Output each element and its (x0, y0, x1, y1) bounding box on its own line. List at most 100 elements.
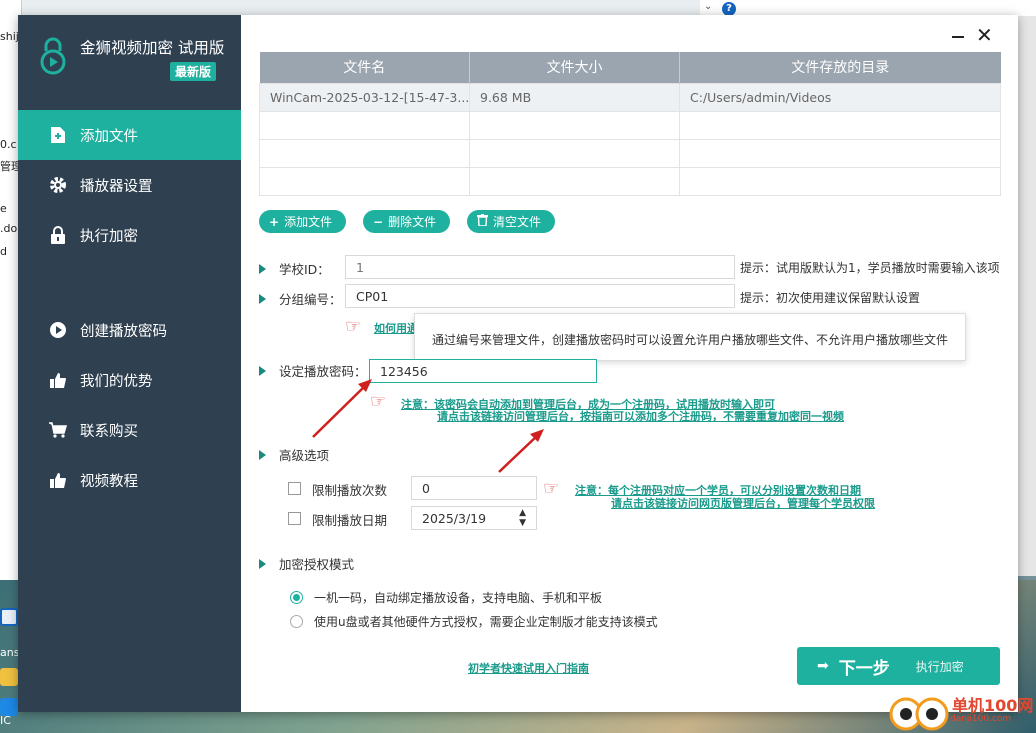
next-step-button[interactable]: ➡ 下一步 执行加密 (797, 647, 1000, 685)
clear-files-label: 清空文件 (493, 215, 542, 229)
spinner-icon[interactable]: ▲ ▼ (519, 508, 526, 528)
minus-icon: − (373, 214, 384, 229)
table-row[interactable] (259, 110, 1001, 140)
table-cell (469, 166, 680, 196)
auth-mode-radio-1[interactable] (290, 591, 303, 604)
triangle-icon (259, 293, 266, 304)
background-text: .do (0, 222, 18, 235)
close-button[interactable]: ✕ (976, 25, 993, 45)
arrow-right-icon: ➡ (817, 658, 829, 674)
background-text: 0.c (0, 138, 17, 151)
admin-backend-link[interactable]: 请点击该链接访问管理后台，按指南可以添加多个注册码，不需要重复加密同一视频 (437, 408, 844, 424)
sidebar-item-label: 播放器设置 (80, 178, 153, 195)
cell-filename: WinCam-2025-03-12-[15-47-3... (259, 82, 470, 112)
desktop-icon-label: IC (0, 714, 11, 727)
background-text: d (0, 245, 7, 258)
app-window: 金狮视频加密 试用版 最新版 添加文件 播放器设置 执行加密 创建播放密码 我们… (18, 15, 1018, 712)
sidebar-item-encrypt[interactable]: 执行加密 (18, 210, 241, 260)
sidebar-item-create-password[interactable]: 创建播放密码 (18, 305, 241, 355)
clear-files-button[interactable]: 清空文件 (467, 210, 556, 233)
pointing-hand-icon: ☞ (543, 478, 560, 499)
thumbs-up-icon (48, 370, 68, 390)
background-text: e (0, 202, 7, 215)
sidebar-item-video-tutorial[interactable]: 视频教程 (18, 455, 241, 505)
desktop-icon-label: ans (0, 646, 20, 659)
background-scrollbar (1018, 16, 1036, 576)
column-header-filesize[interactable]: 文件大小 (469, 52, 680, 83)
limit-date-label: 限制播放日期 (312, 513, 388, 528)
table-header-row: 文件名 文件大小 文件存放的目录 (259, 52, 1001, 83)
sidebar-item-label: 视频教程 (80, 473, 138, 490)
advanced-options-text: 高级选项 (279, 448, 330, 463)
background-text: shij (0, 30, 19, 43)
limit-date-checkbox[interactable] (288, 512, 301, 525)
group-no-label: 分组编号： (259, 289, 342, 308)
table-row[interactable] (259, 138, 1001, 168)
table-cell (259, 138, 470, 168)
cell-filesize: 9.68 MB (469, 82, 680, 112)
sidebar-item-label: 添加文件 (80, 128, 138, 145)
add-file-label: 添加文件 (284, 215, 333, 229)
triangle-icon (259, 449, 266, 460)
red-arrow-icon (312, 379, 372, 438)
watermark-subtext: danji100.com (950, 714, 1012, 724)
sidebar-item-add-file[interactable]: 添加文件 (18, 110, 241, 160)
table-cell (469, 110, 680, 140)
plus-icon: + (269, 214, 280, 229)
delete-file-button[interactable]: − 删除文件 (363, 210, 451, 233)
auth-mode-radio-2[interactable] (290, 615, 303, 628)
limit-date-value: 2025/3/19 (422, 511, 487, 526)
group-no-input[interactable] (345, 284, 735, 308)
next-step-label: 下一步 (838, 658, 890, 679)
app-title: 金狮视频加密 试用版 (80, 39, 225, 57)
background-topbar (700, 0, 1036, 16)
desktop-app-icon[interactable] (0, 608, 18, 626)
minimize-button[interactable] (952, 36, 964, 38)
table-cell (259, 110, 470, 140)
trash-icon (477, 214, 488, 229)
app-logo-icon (40, 37, 66, 75)
cell-directory: C:/Users/admin/Videos (679, 82, 1001, 112)
delete-file-label: 删除文件 (388, 215, 437, 229)
site-watermark: 单机100网 danji100.com (886, 692, 1036, 733)
chevron-down-icon[interactable]: ⌄ (704, 1, 712, 12)
sidebar-item-label: 我们的优势 (80, 373, 153, 390)
table-row[interactable]: WinCam-2025-03-12-[15-47-3... 9.68 MB C:… (259, 82, 1001, 112)
triangle-icon (259, 558, 266, 569)
red-arrow-icon (498, 429, 544, 473)
limit-count-checkbox[interactable] (288, 482, 301, 495)
auth-mode-option-2: 使用u盘或者其他硬件方式授权，需要企业定制版才能支持该模式 (314, 615, 658, 629)
password-input[interactable] (369, 359, 597, 383)
group-no-hint: 提示：初次使用建议保留默认设置 (740, 291, 921, 305)
table-cell (259, 166, 470, 196)
watermark-text: 单机100网 (952, 696, 1034, 715)
limit-count-label: 限制播放次数 (312, 483, 388, 498)
column-header-directory[interactable]: 文件存放的目录 (679, 52, 1001, 83)
web-backend-link[interactable]: 请点击该链接访问网页版管理后台，管理每个学员权限 (611, 495, 875, 511)
limit-date-picker[interactable]: 2025/3/19 ▲ ▼ (411, 506, 537, 530)
school-id-label-text: 学校ID： (279, 262, 330, 277)
table-cell (469, 138, 680, 168)
help-icon[interactable]: ? (722, 2, 736, 16)
next-step-sublabel: 执行加密 (915, 659, 964, 674)
school-id-input[interactable] (345, 255, 735, 279)
sidebar-item-player-settings[interactable]: 播放器设置 (18, 160, 241, 210)
limit-count-input[interactable] (411, 476, 537, 500)
file-table: 文件名 文件大小 文件存放的目录 WinCam-2025-03-12-[15-4… (259, 52, 1001, 196)
school-id-label: 学校ID： (259, 259, 330, 278)
sidebar-item-purchase[interactable]: 联系购买 (18, 405, 241, 455)
auth-mode-text: 加密授权模式 (279, 557, 355, 572)
group-tooltip: 通过编号来管理文件，创建播放密码时可以设置允许用户播放哪些文件、不允许用户播放哪… (414, 313, 966, 361)
sidebar-item-advantages[interactable]: 我们的优势 (18, 355, 241, 405)
auth-mode-option-1: 一机一码，自动绑定播放设备，支持电脑、手机和平板 (314, 591, 603, 605)
desktop-folder-icon[interactable] (0, 668, 18, 686)
group-help-link[interactable]: 如何用通 (374, 320, 418, 336)
lock-icon (48, 225, 68, 245)
column-header-filename[interactable]: 文件名 (259, 52, 470, 83)
add-file-icon (48, 125, 68, 145)
table-row[interactable] (259, 166, 1001, 196)
sidebar-item-label: 联系购买 (80, 423, 138, 440)
add-file-button[interactable]: + 添加文件 (259, 210, 347, 233)
beginner-guide-link[interactable]: 初学者快速试用入门指南 (468, 660, 589, 676)
sidebar: 金狮视频加密 试用版 最新版 添加文件 播放器设置 执行加密 创建播放密码 我们… (18, 15, 241, 712)
